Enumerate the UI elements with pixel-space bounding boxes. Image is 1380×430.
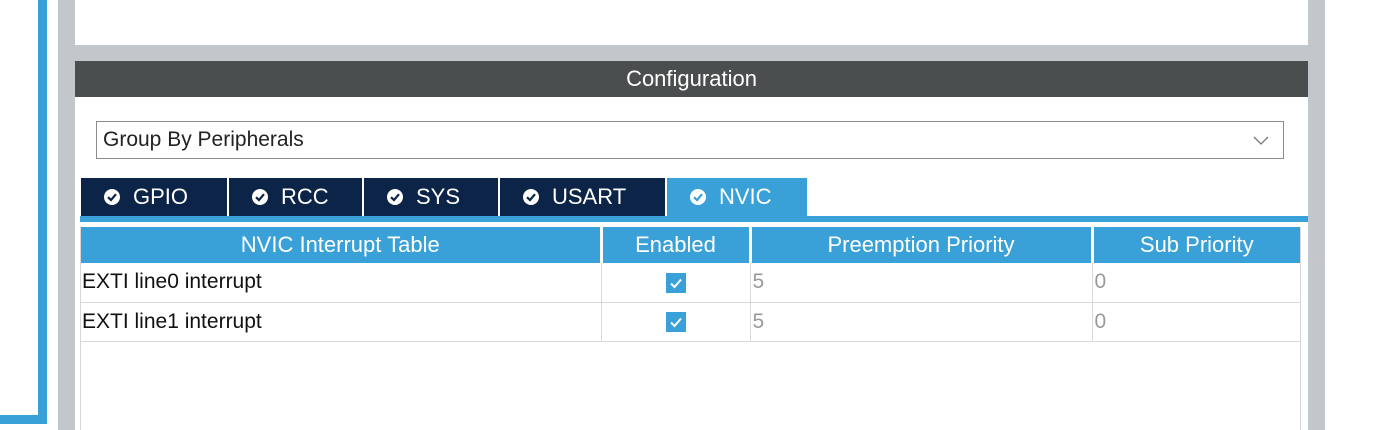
- preemption-priority-value[interactable]: 5: [750, 263, 1093, 303]
- nvic-table-container: NVIC Interrupt Table Enabled Preemption …: [80, 227, 1301, 430]
- configuration-panel: Configuration Group By Peripherals GPIO: [75, 61, 1308, 430]
- tab-gpio[interactable]: GPIO: [81, 178, 229, 216]
- tab-sys[interactable]: SYS: [364, 178, 500, 216]
- group-by-select-value: Group By Peripherals: [103, 128, 304, 151]
- check-circle-icon: [252, 189, 268, 205]
- mode-panel: [75, 0, 1308, 45]
- sub-priority-value[interactable]: 0: [1092, 302, 1300, 342]
- column-header-enabled[interactable]: Enabled: [601, 227, 752, 263]
- tab-label: SYS: [416, 184, 461, 209]
- app-root: Configuration Group By Peripherals GPIO: [0, 0, 1380, 430]
- group-by-select[interactable]: Group By Peripherals: [96, 121, 1284, 159]
- chevron-down-icon: [1253, 136, 1269, 145]
- enabled-checkbox[interactable]: [666, 272, 686, 293]
- enabled-cell: [601, 263, 751, 303]
- tab-underline: [80, 216, 1308, 222]
- checkmark-icon: [670, 278, 682, 289]
- tab-rcc[interactable]: RCC: [229, 178, 364, 216]
- preemption-priority-value[interactable]: 5: [750, 302, 1093, 342]
- panel-divider[interactable]: [75, 45, 1308, 61]
- enabled-checkbox[interactable]: [666, 311, 686, 332]
- column-header-interrupt[interactable]: NVIC Interrupt Table: [81, 227, 603, 263]
- table-header-row: NVIC Interrupt Table Enabled Preemption …: [81, 227, 1300, 263]
- table-row[interactable]: EXTI line0 interrupt 5 0: [81, 263, 1300, 303]
- tab-nvic[interactable]: NVIC: [667, 178, 807, 216]
- check-circle-icon: [104, 189, 120, 205]
- frame-left-border: [58, 0, 75, 430]
- peripheral-tabs: GPIO RCC SYS USART NVIC: [81, 178, 807, 216]
- left-panel-border: [38, 0, 47, 424]
- interrupt-name: EXTI line0 interrupt: [81, 263, 602, 303]
- column-header-preemption-priority[interactable]: Preemption Priority: [750, 227, 1094, 263]
- column-header-sub-priority[interactable]: Sub Priority: [1092, 227, 1300, 263]
- tab-label: RCC: [281, 184, 329, 209]
- configuration-header: Configuration: [75, 61, 1308, 97]
- frame-right-border: [1308, 0, 1325, 430]
- checkmark-icon: [670, 317, 682, 328]
- sub-priority-value[interactable]: 0: [1092, 263, 1300, 303]
- tab-label: GPIO: [133, 184, 189, 209]
- tab-label: NVIC: [719, 184, 772, 209]
- check-circle-icon: [387, 189, 403, 205]
- nvic-interrupt-table: NVIC Interrupt Table Enabled Preemption …: [81, 227, 1300, 342]
- table-row[interactable]: EXTI line1 interrupt 5 0: [81, 302, 1300, 342]
- interrupt-name: EXTI line1 interrupt: [81, 302, 602, 342]
- check-circle-icon: [690, 189, 706, 205]
- check-circle-icon: [523, 189, 539, 205]
- enabled-cell: [601, 302, 751, 342]
- tab-label: USART: [552, 184, 627, 209]
- left-panel-border-bottom: [0, 415, 47, 424]
- tab-usart[interactable]: USART: [500, 178, 667, 216]
